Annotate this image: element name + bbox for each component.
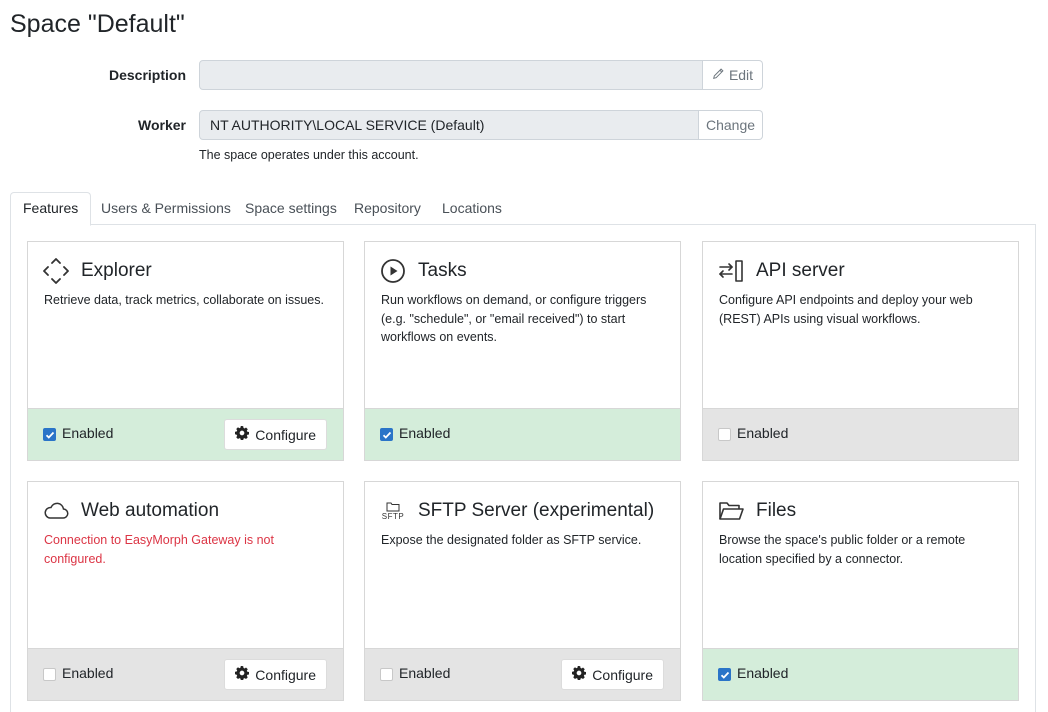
feature-card-tasks: Tasks Run workflows on demand, or config… bbox=[364, 241, 681, 461]
gear-icon bbox=[235, 426, 250, 443]
play-circle-icon bbox=[380, 258, 406, 284]
enabled-checkbox[interactable] bbox=[43, 668, 56, 681]
card-footer: Enabled Configure bbox=[28, 648, 343, 700]
card-title: API server bbox=[756, 260, 845, 281]
worker-help-text: The space operates under this account. bbox=[199, 148, 419, 162]
card-footer: Enabled bbox=[365, 408, 680, 460]
card-description: Retrieve data, track metrics, collaborat… bbox=[44, 293, 324, 307]
tab-repository[interactable]: Repository bbox=[354, 192, 421, 225]
pencil-icon bbox=[712, 67, 724, 83]
configure-label: Configure bbox=[255, 666, 316, 683]
card-footer: Enabled bbox=[703, 648, 1018, 700]
card-error-message: Connection to EasyMorph Gateway is not c… bbox=[44, 533, 274, 566]
enabled-checkbox[interactable] bbox=[718, 428, 731, 441]
feature-card-api-server: API server Configure API endpoints and d… bbox=[702, 241, 1019, 461]
card-title: Files bbox=[756, 500, 797, 521]
card-title: SFTP Server (experimental) bbox=[418, 500, 655, 521]
tab-users-permissions[interactable]: Users & Permissions bbox=[101, 192, 231, 225]
card-description: Run workflows on demand, or configure tr… bbox=[381, 293, 647, 344]
worker-label: Worker bbox=[138, 117, 186, 133]
enabled-checkbox[interactable] bbox=[380, 428, 393, 441]
enabled-checkbox[interactable] bbox=[43, 428, 56, 441]
card-footer: Enabled bbox=[703, 408, 1018, 460]
page-title: Space "Default" bbox=[10, 10, 185, 38]
worker-row: Worker NT AUTHORITY\LOCAL SERVICE (Defau… bbox=[0, 110, 780, 140]
configure-label: Configure bbox=[255, 426, 316, 443]
sftp-icon-caption: SFTP bbox=[381, 512, 405, 521]
card-footer: Enabled Configure bbox=[365, 648, 680, 700]
enabled-label[interactable]: Enabled bbox=[737, 665, 788, 681]
card-title: Web automation bbox=[81, 500, 220, 521]
enabled-label[interactable]: Enabled bbox=[62, 665, 113, 681]
enabled-label[interactable]: Enabled bbox=[399, 425, 450, 441]
edit-label: Edit bbox=[728, 67, 754, 83]
gear-icon bbox=[572, 666, 587, 683]
move-arrows-icon bbox=[43, 258, 69, 284]
configure-label: Configure bbox=[592, 666, 653, 683]
api-exchange-icon bbox=[718, 258, 744, 284]
worker-field: NT AUTHORITY\LOCAL SERVICE (Default) bbox=[199, 110, 699, 140]
card-title: Explorer bbox=[81, 260, 152, 281]
description-row: Description Edit bbox=[0, 60, 780, 90]
tab-features[interactable]: Features bbox=[10, 192, 92, 226]
enabled-checkbox[interactable] bbox=[380, 668, 393, 681]
gear-icon bbox=[235, 666, 250, 683]
configure-button[interactable]: Configure bbox=[224, 419, 327, 450]
description-label: Description bbox=[108, 67, 186, 83]
tab-space-settings[interactable]: Space settings bbox=[245, 192, 337, 225]
change-worker-button[interactable]: Change bbox=[699, 110, 763, 140]
card-footer: Enabled Configure bbox=[28, 408, 343, 460]
feature-card-web-automation: Web automation Connection to EasyMorph G… bbox=[27, 481, 344, 701]
enabled-label[interactable]: Enabled bbox=[737, 425, 788, 441]
enabled-label[interactable]: Enabled bbox=[62, 425, 113, 441]
card-description: Expose the designated folder as SFTP ser… bbox=[381, 533, 642, 547]
tab-locations[interactable]: Locations bbox=[442, 192, 502, 225]
configure-button[interactable]: Configure bbox=[224, 659, 327, 690]
open-folder-icon bbox=[718, 498, 744, 524]
cloud-icon bbox=[43, 498, 69, 524]
card-title: Tasks bbox=[418, 260, 467, 281]
configure-button[interactable]: Configure bbox=[561, 659, 664, 690]
sftp-folder-icon: SFTP bbox=[380, 498, 406, 524]
feature-card-sftp-server: SFTP SFTP Server (experimental) Expose t… bbox=[364, 481, 681, 701]
enabled-checkbox[interactable] bbox=[718, 668, 731, 681]
tab-bar: Features Users & Permissions Space setti… bbox=[10, 192, 1036, 226]
edit-description-button[interactable]: Edit bbox=[703, 60, 763, 90]
enabled-label[interactable]: Enabled bbox=[399, 665, 450, 681]
description-field bbox=[199, 60, 703, 90]
feature-card-files: Files Browse the space's public folder o… bbox=[702, 481, 1019, 701]
feature-card-explorer: Explorer Retrieve data, track metrics, c… bbox=[27, 241, 344, 461]
card-description: Browse the space's public folder or a re… bbox=[719, 533, 966, 566]
card-description: Configure API endpoints and deploy your … bbox=[719, 293, 973, 326]
